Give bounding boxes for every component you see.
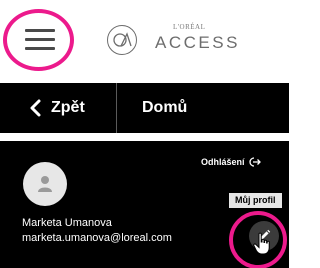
logout-icon — [248, 157, 261, 167]
loreal-access-logo[interactable]: L'ORÉAL ACCESS — [107, 19, 237, 59]
logout-button[interactable]: Odhlášení — [201, 157, 261, 167]
nav-divider — [116, 83, 117, 133]
logo-brand: L'ORÉAL — [173, 23, 206, 31]
back-label: Zpět — [51, 99, 85, 116]
person-icon — [38, 176, 52, 192]
app-header: L'ORÉAL ACCESS — [0, 0, 289, 78]
user-name: Marketa Umanova — [22, 217, 112, 229]
user-email: marketa.umanova@loreal.com — [22, 232, 172, 244]
logout-label: Odhlášení — [201, 157, 245, 167]
chevron-left-icon — [30, 99, 41, 117]
tooltip-my-profile: Můj profil — [229, 193, 282, 208]
navigation-bar: Zpět Domů — [0, 83, 289, 133]
avatar — [23, 162, 67, 206]
hand-pointer-cursor-icon — [253, 232, 270, 255]
back-button[interactable]: Zpět — [28, 83, 85, 133]
logo-name: ACCESS — [155, 33, 240, 52]
breadcrumb-home[interactable]: Domů — [142, 83, 187, 133]
profile-panel: Odhlášení Můj profil Marketa Umanova mar… — [0, 141, 289, 268]
access-logo-icon — [107, 25, 137, 55]
hamburger-menu-icon[interactable] — [25, 29, 55, 51]
